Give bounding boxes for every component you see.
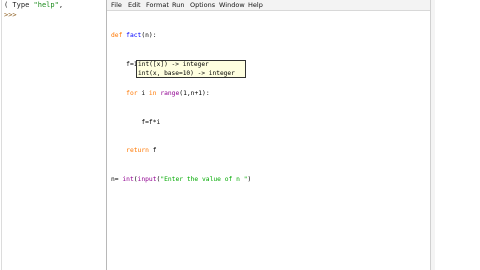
code-line-3: for i in range(1,n+1): [111, 89, 251, 99]
python-shell-window[interactable]: ( Type "help", >>> [0, 0, 108, 270]
function-params: (n): [141, 32, 157, 40]
menu-options[interactable]: Options [190, 0, 215, 10]
range-args: (1,n+1): [179, 89, 210, 97]
shell-banner-line: ( Type "help", [4, 1, 63, 9]
code-line-4: f=f*i [111, 118, 161, 126]
builtin-range: range [160, 89, 180, 97]
code-line-6: n= int(input("Enter the value of n ") [111, 175, 251, 185]
builtin-input: input [137, 176, 157, 184]
vertical-scrollbar[interactable] [430, 0, 435, 270]
shell-prompt: >>> [4, 11, 17, 19]
screen: ( Type "help", >>> File Edit Format Run … [0, 0, 480, 270]
menu-bar: File Edit Format Run Options Window Help [107, 0, 433, 11]
shell-banner-string: "help" [33, 1, 59, 9]
return-value: f [148, 147, 157, 155]
prompt-string: "Enter the value of n " [160, 176, 248, 184]
calltip-line-2: int(x, base=10) -> integer [138, 69, 235, 77]
editor-window[interactable]: File Edit Format Run Options Window Help… [106, 0, 433, 270]
menu-window[interactable]: Window [219, 0, 245, 10]
keyword-def: def [111, 32, 123, 40]
keyword-for: for [111, 89, 138, 97]
assignment-start: n= [111, 176, 123, 184]
shell-banner-prefix: ( Type [4, 1, 34, 9]
keyword-return: return [111, 147, 149, 155]
menu-edit[interactable]: Edit [128, 0, 141, 10]
calltip-popup: int([x]) -> integer int(x, base=10) -> i… [136, 60, 246, 78]
function-name: fact [122, 32, 142, 40]
shell-banner-suffix: , [58, 1, 64, 9]
menu-file[interactable]: File [111, 0, 122, 10]
menu-run[interactable]: Run [172, 0, 184, 10]
calltip-line-1: int([x]) -> integer [138, 61, 209, 68]
close-paren: ) [247, 176, 252, 184]
code-line-5: return f [111, 146, 251, 156]
window-edge-divider [1, 0, 2, 270]
code-line-1: def fact(n): [111, 31, 251, 41]
menu-format[interactable]: Format [146, 0, 169, 10]
keyword-in: in [148, 89, 157, 97]
loop-variable: i [137, 89, 149, 97]
builtin-int: int [122, 176, 134, 184]
menu-help[interactable]: Help [248, 0, 263, 10]
code-area[interactable]: def fact(n): f=1 for i in range(1,n+1): … [111, 12, 251, 204]
